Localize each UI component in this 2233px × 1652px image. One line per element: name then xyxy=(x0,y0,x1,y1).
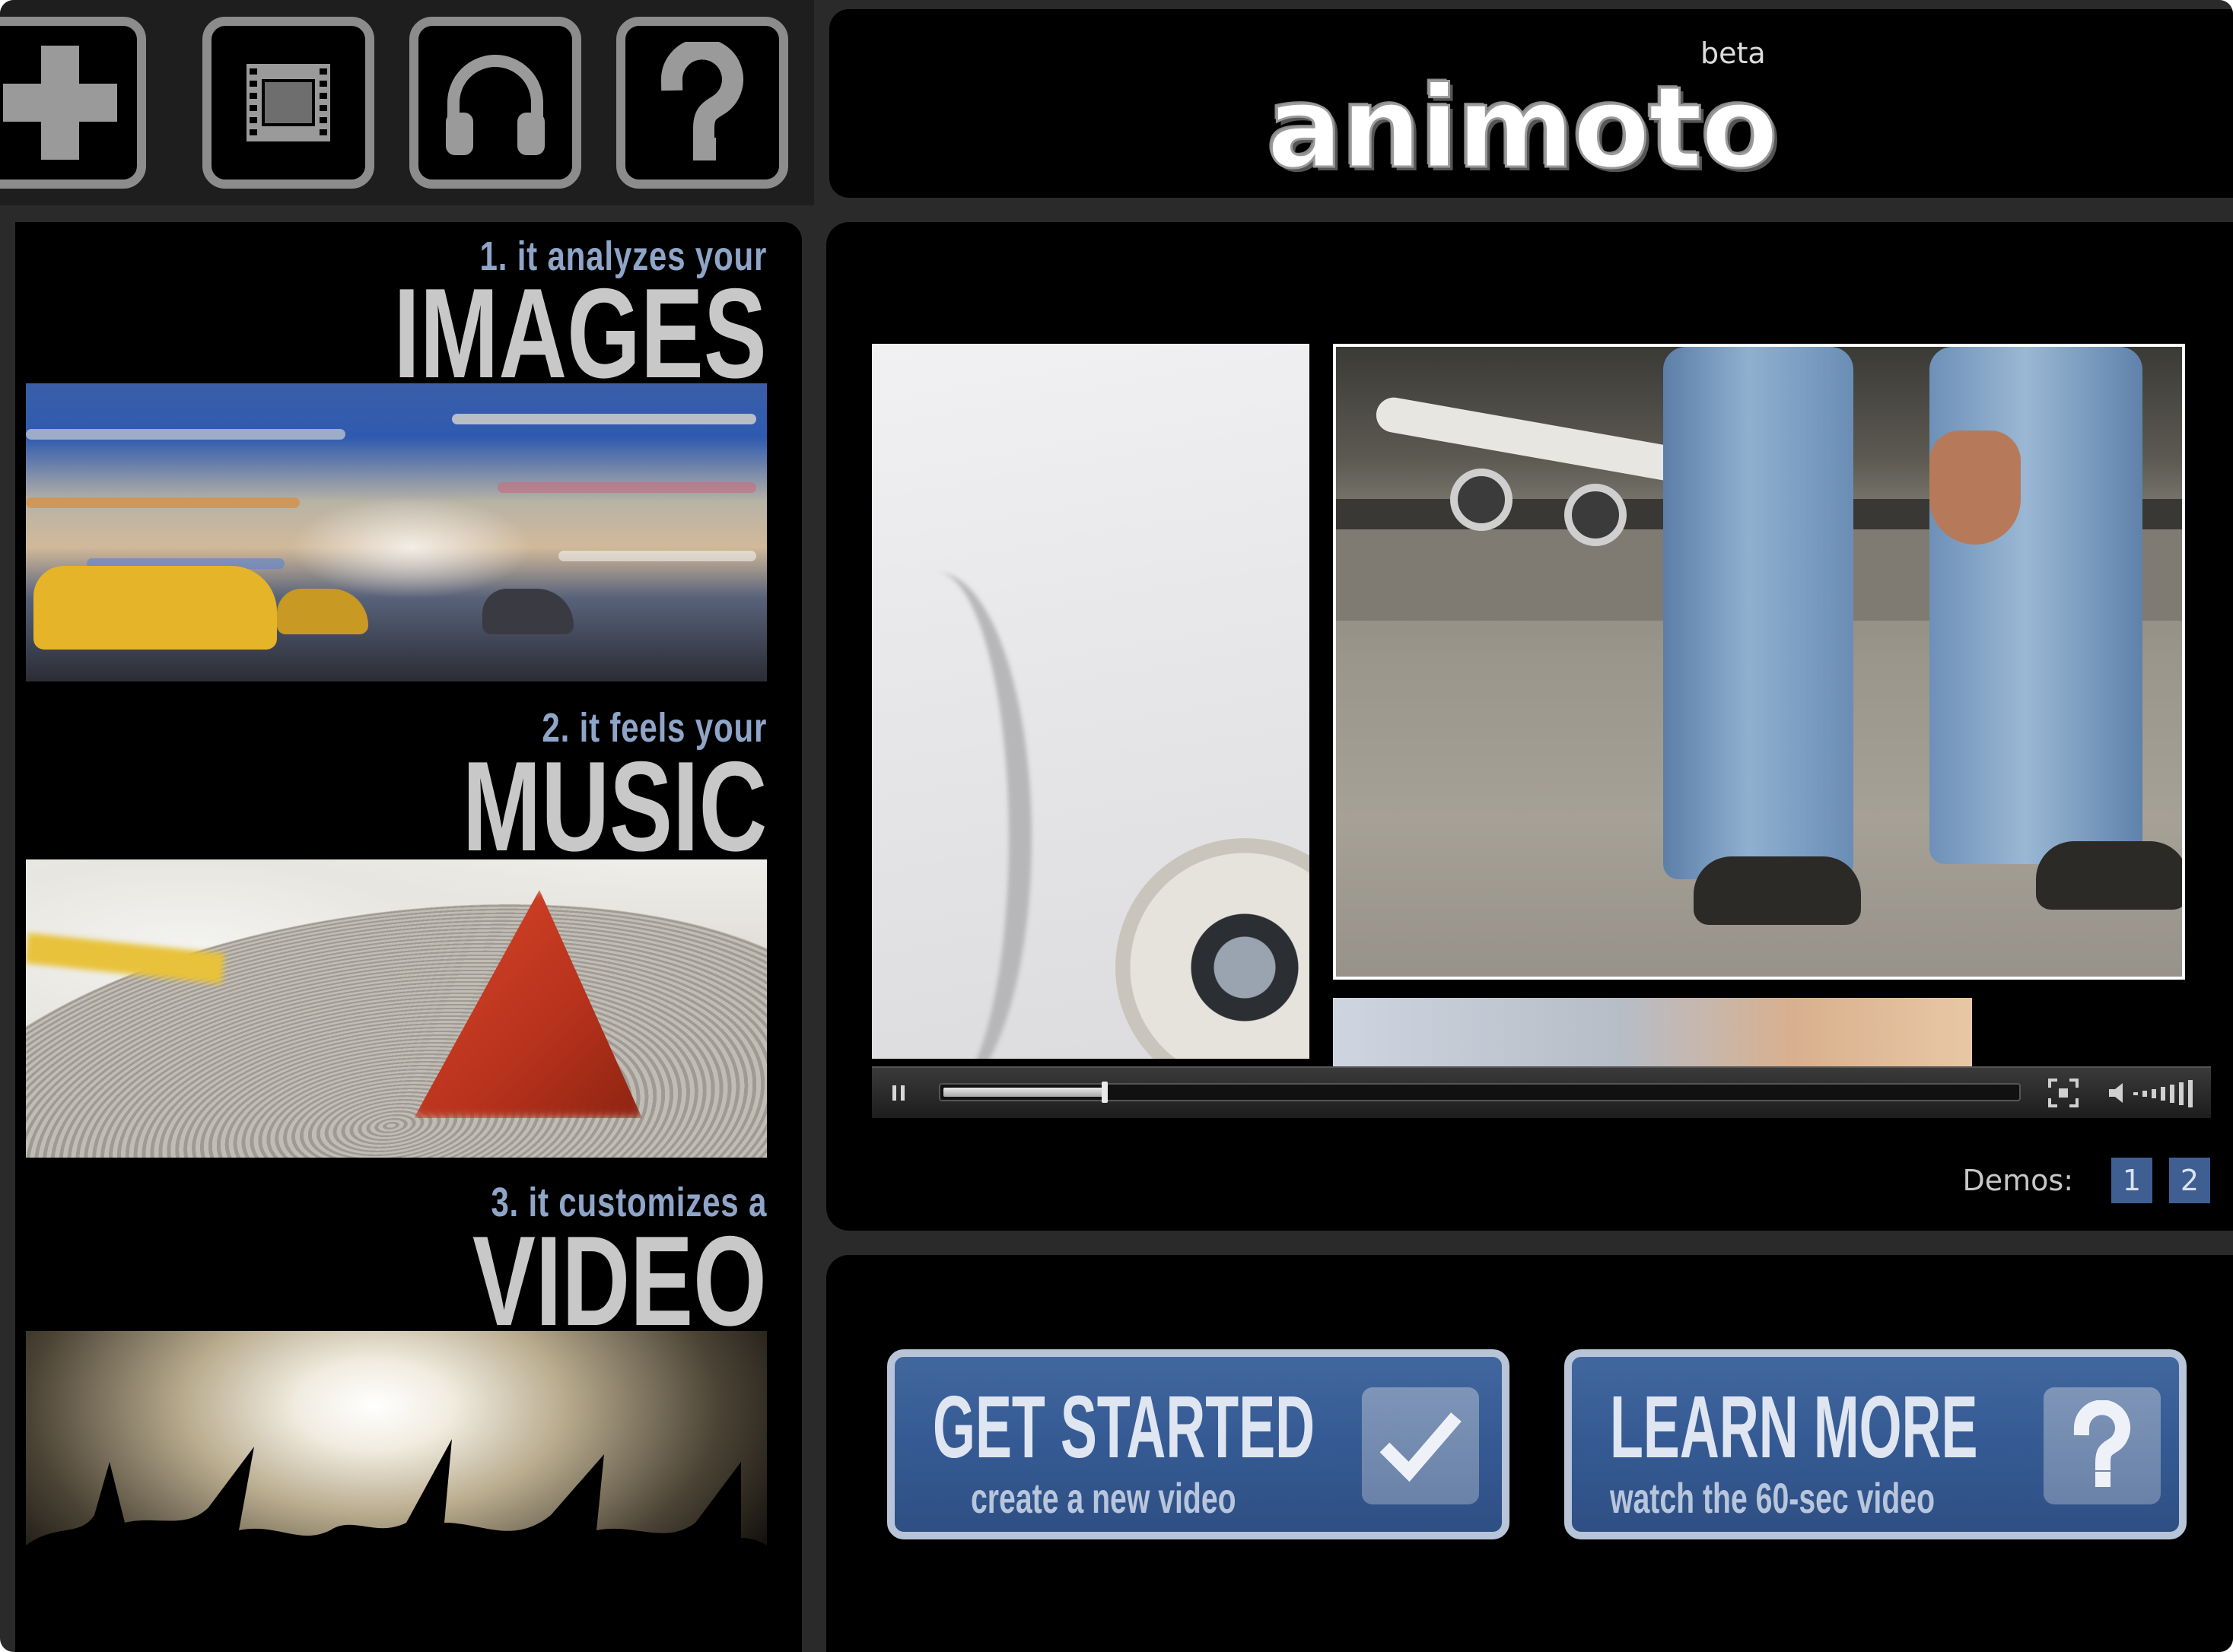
film-icon xyxy=(247,64,330,141)
turntable-photo xyxy=(26,859,767,1158)
help-button[interactable] xyxy=(616,17,788,189)
learn-more-button[interactable]: LEARN MORE watch the 60-sec video xyxy=(1564,1349,2187,1539)
concert-crowd-photo xyxy=(26,1331,767,1629)
pause-button[interactable] xyxy=(883,1077,915,1109)
seek-handle[interactable] xyxy=(1102,1082,1108,1103)
get-started-title: GET STARTED xyxy=(933,1377,1315,1476)
cta-panel: GET STARTED create a new video LEARN MOR… xyxy=(826,1255,2233,1652)
beta-badge: beta xyxy=(1700,37,1766,70)
pause-icon xyxy=(892,1085,905,1101)
demos-selector: Demos: 1 2 xyxy=(1962,1158,2210,1203)
add-button[interactable] xyxy=(0,17,146,189)
checkmark-icon xyxy=(1362,1387,1479,1504)
feature-title-images: IMAGES xyxy=(393,262,767,405)
film-button[interactable] xyxy=(202,17,374,189)
feature-title-video: VIDEO xyxy=(472,1209,767,1352)
app-window: animoto beta 1. it analyzes your IMAGES … xyxy=(0,0,2233,1652)
get-started-button[interactable]: GET STARTED create a new video xyxy=(887,1349,1509,1539)
audio-button[interactable] xyxy=(409,17,581,189)
seek-bar[interactable] xyxy=(939,1082,2021,1103)
video-frame[interactable] xyxy=(872,336,2211,1288)
demo-2-button[interactable]: 2 xyxy=(2169,1158,2210,1203)
learn-more-subtitle: watch the 60-sec video xyxy=(1610,1474,1936,1522)
volume-control[interactable] xyxy=(2107,1077,2199,1109)
learn-more-title: LEARN MORE xyxy=(1610,1377,1978,1476)
plus-icon xyxy=(3,46,117,160)
seek-progress xyxy=(943,1088,1105,1097)
fullscreen-icon xyxy=(2048,1079,2079,1107)
skateboard-wheel-photo xyxy=(872,344,1309,1059)
skater-photo xyxy=(1333,344,2185,980)
playback-controls xyxy=(872,1066,2211,1118)
demos-label: Demos: xyxy=(1962,1164,2073,1197)
get-started-subtitle: create a new video xyxy=(971,1474,1236,1522)
question-icon xyxy=(660,42,743,160)
toolbar xyxy=(0,0,814,205)
volume-icon xyxy=(2109,1080,2193,1107)
demo-1-button[interactable]: 1 xyxy=(2111,1158,2152,1203)
fullscreen-button[interactable] xyxy=(2047,1077,2080,1109)
feature-column: 1. it analyzes your IMAGES 2. it feels y… xyxy=(15,222,802,1652)
question-icon xyxy=(2044,1387,2161,1504)
logo[interactable]: animoto beta xyxy=(1265,26,1815,193)
feature-title-music: MUSIC xyxy=(462,735,767,878)
headphones-icon xyxy=(446,55,545,155)
city-street-photo xyxy=(26,383,767,681)
header: animoto beta xyxy=(829,9,2233,198)
logo-wordmark: animoto xyxy=(1265,62,1779,193)
video-player: Demos: 1 2 xyxy=(826,222,2233,1231)
